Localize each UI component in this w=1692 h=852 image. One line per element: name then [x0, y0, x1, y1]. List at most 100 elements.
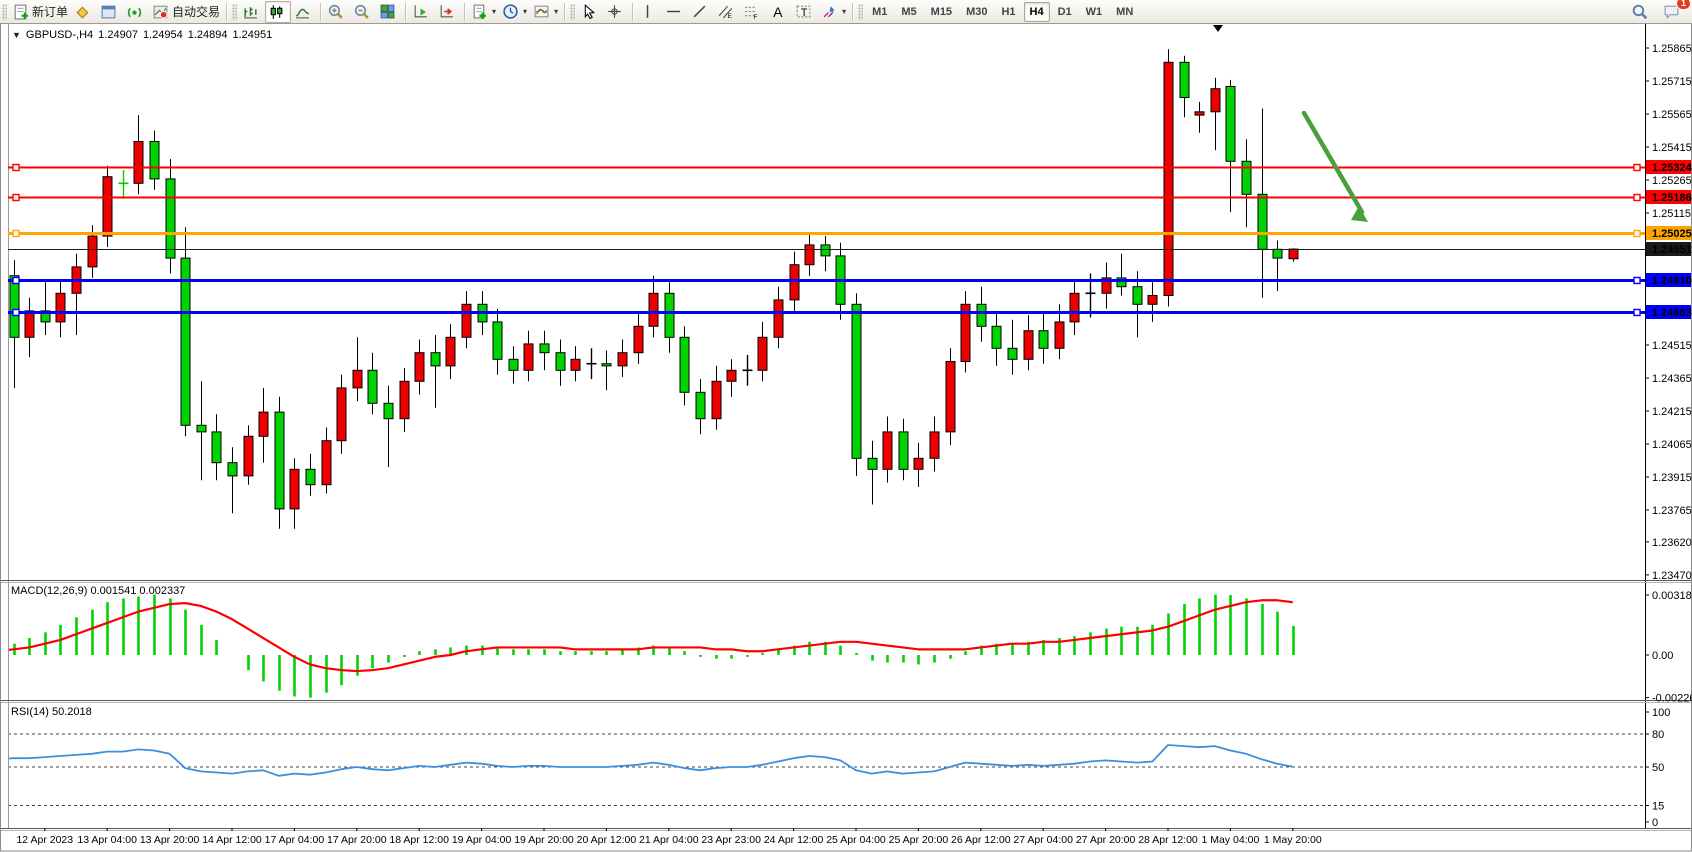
line-handle[interactable]: [1634, 165, 1640, 171]
candle-body: [727, 370, 736, 381]
vertical-line-button[interactable]: [636, 1, 662, 23]
navigator-icon: [126, 3, 143, 20]
text-tool-button[interactable]: A: [766, 1, 792, 23]
notifications-button[interactable]: 1: [1660, 1, 1686, 23]
fibonacci-button[interactable]: F: [740, 1, 766, 23]
chart-symbol-period: GBPUSD-,H4: [26, 29, 93, 41]
navigator-button[interactable]: [123, 1, 149, 23]
candle-body: [805, 245, 814, 265]
candle-body: [821, 245, 830, 256]
timeframe-m1-button[interactable]: M1: [866, 2, 893, 22]
candle-body: [25, 311, 34, 337]
search-button[interactable]: [1628, 1, 1654, 23]
candle-body: [88, 236, 97, 267]
svg-text:T: T: [801, 7, 808, 19]
bar-chart-button[interactable]: [239, 1, 265, 23]
indicators-button[interactable]: ▾: [530, 1, 561, 23]
chart-canvas[interactable]: 1.258651.257151.255651.254151.252651.251…: [0, 0, 1692, 852]
arrows-tool-icon: [821, 3, 838, 20]
horizontal-line-button[interactable]: [662, 1, 688, 23]
line-handle[interactable]: [1634, 195, 1640, 201]
price-level-badge-text: 1.24951: [1652, 244, 1692, 256]
candle-body: [493, 322, 502, 359]
periods-button[interactable]: ▾: [499, 1, 530, 23]
candle-body: [696, 392, 705, 418]
macd-indicator-label: MACD(12,26,9) 0.001541 0.002337: [11, 585, 185, 597]
arrows-tool-button[interactable]: ▾: [818, 1, 849, 23]
candle-body: [306, 469, 315, 484]
candle-body: [680, 337, 689, 392]
price-axis-label: 1.25265: [1652, 175, 1692, 187]
rsi-axis-label: 100: [1652, 707, 1670, 719]
zoom-in-button[interactable]: [324, 1, 350, 23]
candle-body: [1180, 62, 1189, 97]
label-tool-button[interactable]: T: [792, 1, 818, 23]
rsi-axis-label: 80: [1652, 729, 1664, 741]
equidistant-channel-button[interactable]: E: [714, 1, 740, 23]
line-handle[interactable]: [13, 231, 19, 237]
tile-windows-button[interactable]: [376, 1, 402, 23]
price-axis-label: 1.24515: [1652, 340, 1692, 352]
timeframe-m15-button[interactable]: M15: [925, 2, 958, 22]
candle-body: [524, 344, 533, 370]
main-toolbar: 新订单 自动交易 ▾ ▾ ▾ E F A T ▾: [0, 0, 1692, 24]
timeframe-m30-button[interactable]: M30: [960, 2, 993, 22]
line-chart-icon: [294, 3, 311, 20]
chart-collapse-icon[interactable]: ▼: [12, 30, 21, 40]
price-axis-label: 1.24215: [1652, 406, 1692, 418]
candle-body: [1273, 249, 1282, 258]
auto-scroll-button[interactable]: [409, 1, 435, 23]
line-handle[interactable]: [1634, 231, 1640, 237]
candle-body: [431, 353, 440, 366]
price-open: 1.24907: [98, 29, 138, 41]
timeframe-w1-button[interactable]: W1: [1080, 2, 1109, 22]
line-handle[interactable]: [13, 195, 19, 201]
time-axis-label: 27 Apr 04:00: [1013, 834, 1073, 846]
price-level-badge-text: 1.25186: [1652, 192, 1692, 204]
timeframe-mn-button[interactable]: MN: [1110, 2, 1139, 22]
zoom-out-button[interactable]: [350, 1, 376, 23]
candle-body: [977, 304, 986, 326]
line-handle[interactable]: [13, 278, 19, 284]
timeframe-d1-button[interactable]: D1: [1052, 2, 1078, 22]
candle-body: [1055, 322, 1064, 348]
candle-body: [1164, 62, 1173, 295]
candle-body: [322, 441, 331, 485]
toolbar-grip[interactable]: [2, 4, 7, 20]
auto-trading-icon: [152, 3, 169, 20]
price-axis-label: 1.23620: [1652, 537, 1692, 549]
candle-body: [290, 469, 299, 509]
new-order-button[interactable]: 新订单: [9, 1, 71, 23]
line-handle[interactable]: [1634, 278, 1640, 284]
time-axis-label: 17 Apr 20:00: [327, 834, 387, 846]
line-handle[interactable]: [13, 310, 19, 316]
candle-body: [914, 458, 923, 469]
candle-body: [899, 432, 908, 469]
candle-body: [602, 364, 611, 366]
auto-trading-button[interactable]: 自动交易: [149, 1, 223, 23]
cursor-button[interactable]: [577, 1, 603, 23]
timeframe-m5-button[interactable]: M5: [895, 2, 922, 22]
trendline-button[interactable]: [688, 1, 714, 23]
candle-body: [649, 293, 658, 326]
timeframe-h1-button[interactable]: H1: [995, 2, 1021, 22]
time-axis-label: 24 Apr 12:00: [764, 834, 824, 846]
market-watch-button[interactable]: [71, 1, 97, 23]
chart-title: ▼ GBPUSD-,H4 1.24907 1.24954 1.24894 1.2…: [12, 29, 272, 41]
chart-shift-button[interactable]: [435, 1, 461, 23]
line-handle[interactable]: [13, 165, 19, 171]
candle-body: [540, 344, 549, 353]
line-handle[interactable]: [1634, 310, 1640, 316]
time-axis-label: 25 Apr 04:00: [826, 834, 886, 846]
candlestick-chart-button[interactable]: [265, 1, 291, 23]
crosshair-button[interactable]: [603, 1, 629, 23]
price-axis-label: 1.23765: [1652, 505, 1692, 517]
time-axis-label: 13 Apr 20:00: [140, 834, 200, 846]
macd-axis-label: 0.003181: [1652, 590, 1692, 602]
timeframe-h4-button[interactable]: H4: [1024, 2, 1050, 22]
price-level-badge-text: 1.24810: [1652, 275, 1692, 287]
line-chart-button[interactable]: [291, 1, 317, 23]
new-chart-button[interactable]: ▾: [468, 1, 499, 23]
candle-body: [400, 381, 409, 418]
data-window-button[interactable]: [97, 1, 123, 23]
